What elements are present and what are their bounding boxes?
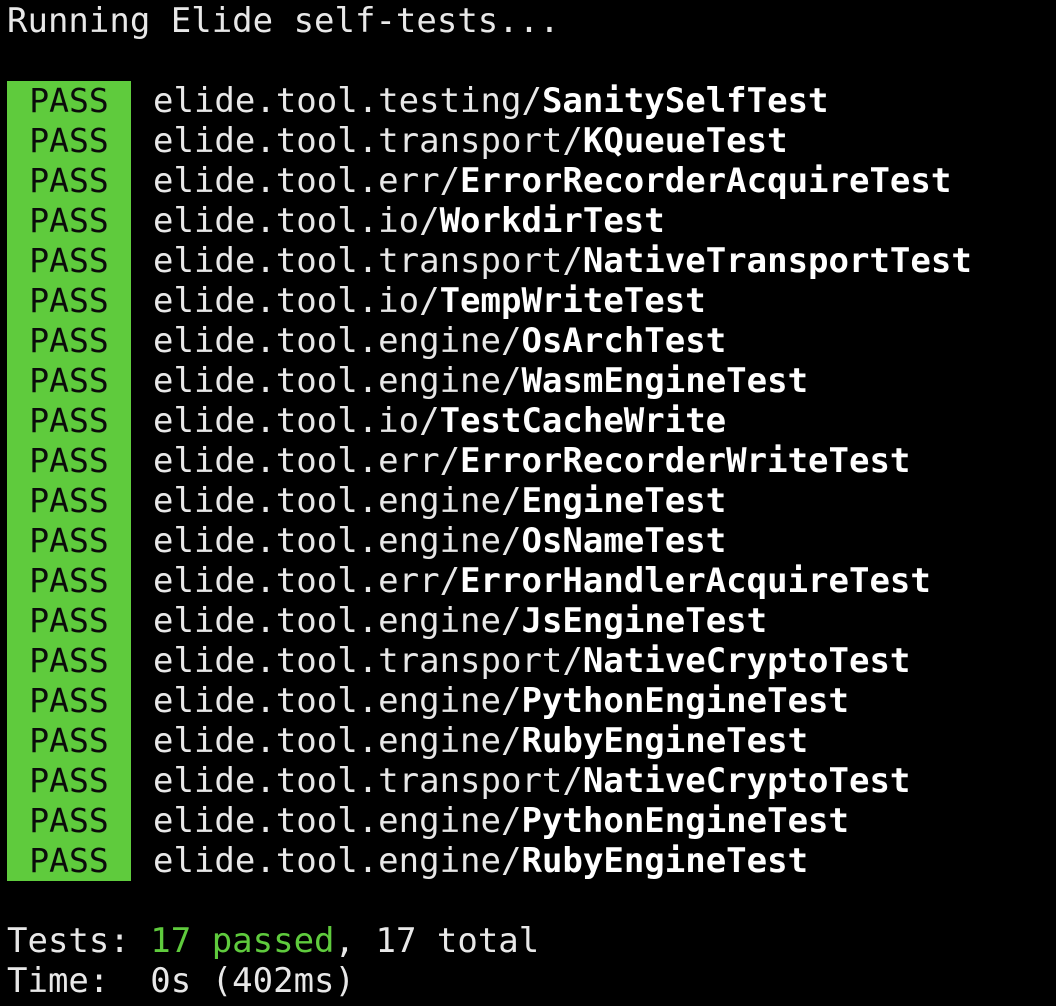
test-package: elide.tool.io/ [153,281,440,321]
test-name: ErrorRecorderWriteTest [460,441,911,481]
test-package: elide.tool.io/ [153,201,440,241]
summary-time-line: Time: 0s (402ms) [7,961,355,1001]
test-result-row: PASS elide.tool.io/TestCacheWrite [7,401,1047,441]
test-package: elide.tool.engine/ [153,801,522,841]
test-name: NativeCryptoTest [582,761,911,801]
test-package: elide.tool.engine/ [153,321,522,361]
status-badge: PASS [7,281,131,321]
test-result-row: PASS elide.tool.transport/NativeCryptoTes… [7,641,1047,681]
test-name: TestCacheWrite [439,401,727,441]
test-package: elide.tool.engine/ [153,841,522,881]
status-badge: PASS [7,801,131,841]
status-badge: PASS [7,521,131,561]
status-badge: PASS [7,601,131,641]
test-package: elide.tool.err/ [153,561,461,601]
terminal-window[interactable]: Running Elide self-tests... PASS elide.to… [0,0,1056,1006]
total-count: , 17 total [334,921,540,961]
status-badge: PASS [7,721,131,761]
test-result-row: PASS elide.tool.transport/KQueueTest [7,121,1047,161]
test-result-row: PASS elide.tool.engine/OsArchTest [7,321,1047,361]
test-package: elide.tool.engine/ [153,681,522,721]
test-name: TempWriteTest [439,281,706,321]
test-package: elide.tool.transport/ [153,241,583,281]
test-result-row: PASS elide.tool.transport/NativeTransport… [7,241,1047,281]
test-result-row: PASS elide.tool.err/ErrorHandlerAcquireTe… [7,561,1047,601]
test-results-list: PASS elide.tool.testing/SanitySelfTest PAS… [7,81,1047,881]
status-badge: PASS [7,761,131,801]
tests-label: Tests: [7,921,151,961]
test-result-row: PASS elide.tool.engine/JsEngineTest [7,601,1047,641]
test-result-row: PASS elide.tool.err/ErrorRecorderAcquireT… [7,161,1047,201]
status-badge: PASS [7,481,131,521]
test-result-row: PASS elide.tool.engine/PythonEngineTest [7,801,1047,841]
test-name: SanitySelfTest [541,81,829,121]
test-name: ErrorRecorderAcquireTest [460,161,952,201]
header-line: Running Elide self-tests... [7,1,560,41]
test-result-row: PASS elide.tool.io/WorkdirTest [7,201,1047,241]
summary-tests-line: Tests: 17 passed, 17 total [7,921,539,961]
status-badge: PASS [7,561,131,601]
test-package: elide.tool.transport/ [153,121,583,161]
time-label: Time: [7,961,151,1001]
status-badge: PASS [7,681,131,721]
test-name: RubyEngineTest [521,841,809,881]
test-name: WasmEngineTest [521,361,809,401]
status-badge: PASS [7,641,131,681]
test-result-row: PASS elide.tool.engine/EngineTest [7,481,1047,521]
test-name: KQueueTest [582,121,788,161]
status-badge: PASS [7,161,131,201]
test-result-row: PASS elide.tool.engine/RubyEngineTest [7,721,1047,761]
test-result-row: PASS elide.tool.testing/SanitySelfTest [7,81,1047,121]
test-result-row: PASS elide.tool.engine/PythonEngineTest [7,681,1047,721]
test-package: elide.tool.transport/ [153,761,583,801]
test-result-row: PASS elide.tool.engine/OsNameTest [7,521,1047,561]
test-package: elide.tool.engine/ [153,721,522,761]
test-name: OsNameTest [521,521,727,561]
status-badge: PASS [7,441,131,481]
test-package: elide.tool.engine/ [153,521,522,561]
time-value: 0s (402ms) [150,961,355,1001]
status-badge: PASS [7,201,131,241]
status-badge: PASS [7,321,131,361]
test-result-row: PASS elide.tool.transport/NativeCryptoTes… [7,761,1047,801]
test-result-row: PASS elide.tool.err/ErrorRecorderWriteTes… [7,441,1047,481]
test-package: elide.tool.testing/ [153,81,542,121]
test-package: elide.tool.transport/ [153,641,583,681]
test-result-row: PASS elide.tool.io/TempWriteTest [7,281,1047,321]
status-badge: PASS [7,401,131,441]
passed-count: 17 passed [150,921,335,961]
test-package: elide.tool.engine/ [153,481,522,521]
status-badge: PASS [7,121,131,161]
test-name: WorkdirTest [439,201,665,241]
test-name: ErrorHandlerAcquireTest [460,561,931,601]
status-badge: PASS [7,361,131,401]
test-package: elide.tool.err/ [153,441,461,481]
status-badge: PASS [7,81,131,121]
test-package: elide.tool.io/ [153,401,440,441]
test-package: elide.tool.engine/ [153,361,522,401]
test-result-row: PASS elide.tool.engine/RubyEngineTest [7,841,1047,881]
test-name: EngineTest [521,481,727,521]
test-package: elide.tool.err/ [153,161,461,201]
test-name: JsEngineTest [521,601,768,641]
test-name: NativeTransportTest [582,241,972,281]
status-badge: PASS [7,241,131,281]
test-name: PythonEngineTest [521,801,849,841]
test-name: RubyEngineTest [521,721,809,761]
test-name: NativeCryptoTest [582,641,911,681]
status-badge: PASS [7,841,131,881]
test-name: PythonEngineTest [521,681,849,721]
test-result-row: PASS elide.tool.engine/WasmEngineTest [7,361,1047,401]
test-package: elide.tool.engine/ [153,601,522,641]
test-name: OsArchTest [521,321,727,361]
